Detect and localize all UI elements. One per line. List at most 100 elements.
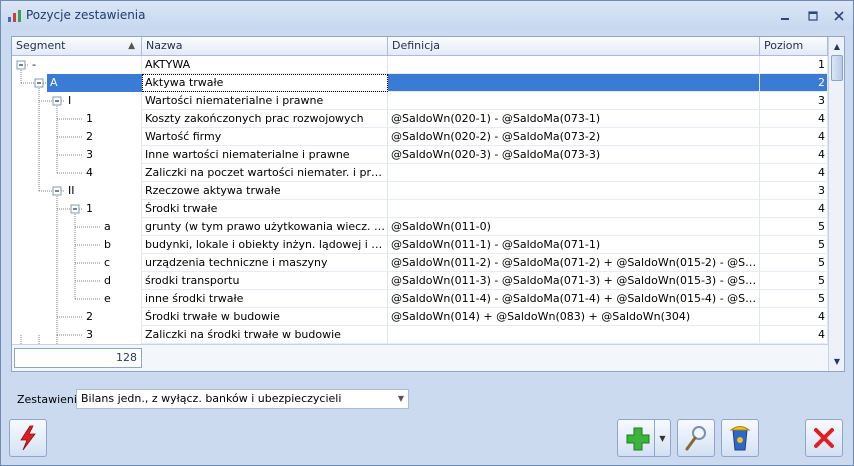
- record-count: 128: [14, 348, 142, 368]
- grid-footer: 128: [12, 344, 828, 371]
- cell-poziom: 4: [760, 308, 828, 326]
- cell-nazwa: Wartości niematerialne i prawne: [142, 92, 388, 110]
- minimize-button[interactable]: [775, 7, 795, 25]
- scroll-down-button[interactable]: ▼: [830, 353, 844, 369]
- cell-segment: A: [12, 74, 142, 92]
- cell-nazwa: środki transportu: [142, 272, 388, 290]
- grid-header: Segment ▲ Nazwa Definicja Poziom: [12, 37, 828, 56]
- cell-definicja: [388, 74, 760, 92]
- cell-nazwa: Zaliczki na środki trwałe w budowie: [142, 326, 388, 344]
- table-row[interactable]: 3 Inne wartości niematerialne i prawne @Sa…: [12, 146, 828, 164]
- cell-segment: d: [12, 272, 142, 290]
- chevron-down-icon: ▼: [397, 394, 404, 403]
- table-row[interactable]: a grunty (w tym prawo użytkowania wiecz. …: [12, 218, 828, 236]
- close-icon: [814, 428, 834, 448]
- table-row[interactable]: 1 Koszty zakończonych prac rozwojowych @Sa…: [12, 110, 828, 128]
- table-row[interactable]: 4 Zaliczki na poczet wartości niemater. i…: [12, 164, 828, 182]
- close-button[interactable]: [805, 419, 843, 457]
- table-row[interactable]: 3 Zaliczki na środki trwałe w budowie 4: [12, 326, 828, 344]
- table-row[interactable]: 2 Środki trwałe w budowie @SaldoWn(014) + …: [12, 308, 828, 326]
- zestawienie-select[interactable]: Bilans jedn., z wyłącz. banków i ubezpie…: [76, 389, 409, 409]
- table-row[interactable]: e inne środki trwałe @SaldoWn(011-4) - @Sa…: [12, 290, 828, 308]
- scroll-down-icon: ▼: [833, 356, 841, 366]
- cell-definicja: @SaldoWn(011-2) - @SaldoMa(071-2) + @Sal…: [388, 254, 760, 272]
- cell-nazwa: Środki trwałe w budowie: [142, 308, 388, 326]
- column-header-segment[interactable]: Segment ▲: [12, 37, 142, 55]
- sort-ascending-icon: ▲: [128, 41, 135, 51]
- cell-definicja: [388, 56, 760, 74]
- table-row[interactable]: c urządzenia techniczne i maszyny @SaldoWn…: [12, 254, 828, 272]
- cell-nazwa: Środki trwałe: [142, 200, 388, 218]
- column-header-poziom[interactable]: Poziom: [760, 37, 828, 55]
- cell-segment: 2: [12, 308, 142, 326]
- cell-definicja: @SaldoWn(020-3) - @SaldoMa(073-3): [388, 146, 760, 164]
- cell-nazwa: Aktywa trwałe: [142, 74, 388, 92]
- zestawienie-value: Bilans jedn., z wyłącz. banków i ubezpie…: [81, 392, 342, 405]
- scroll-thumb[interactable]: [831, 55, 843, 81]
- cell-poziom: 4: [760, 326, 828, 344]
- column-header-nazwa[interactable]: Nazwa: [142, 37, 388, 55]
- cell-nazwa: urządzenia techniczne i maszyny: [142, 254, 388, 272]
- cell-definicja: @SaldoWn(011-3) - @SaldoMa(071-3) + @Sal…: [388, 272, 760, 290]
- cell-nazwa: Koszty zakończonych prac rozwojowych: [142, 110, 388, 128]
- table-row[interactable]: I Wartości niematerialne i prawne 3: [12, 92, 828, 110]
- add-dropdown-button[interactable]: ▼: [654, 420, 670, 456]
- table-row[interactable]: 2 Wartość firmy @SaldoWn(020-2) - @SaldoMa…: [12, 128, 828, 146]
- cell-segment: II: [12, 182, 142, 200]
- grid-rows: - AKTYWA 1 A Aktywa trwałe 2 I Wartości niemate…: [12, 56, 828, 344]
- cell-poziom: 4: [760, 200, 828, 218]
- cell-definicja: [388, 92, 760, 110]
- cell-nazwa: Inne wartości niematerialne i prawne: [142, 146, 388, 164]
- cell-segment: c: [12, 254, 142, 272]
- close-window-button[interactable]: [829, 7, 849, 25]
- zestawienie-label: Zestawienie: [17, 393, 84, 406]
- cell-segment: e: [12, 290, 142, 308]
- cell-poziom: 4: [760, 164, 828, 182]
- table-row[interactable]: II Rzeczowe aktywa trwałe 3: [12, 182, 828, 200]
- cell-segment: b: [12, 236, 142, 254]
- title-bar: Pozycje zestawienia: [1, 1, 853, 30]
- cell-nazwa: AKTYWA: [142, 56, 388, 74]
- cell-poziom: 5: [760, 254, 828, 272]
- cell-segment: -: [12, 56, 142, 74]
- cell-poziom: 4: [760, 128, 828, 146]
- cell-segment: 3: [12, 326, 142, 344]
- table-row[interactable]: b budynki, lokale i obiekty inżyn. lądowe…: [12, 236, 828, 254]
- maximize-button[interactable]: [803, 7, 823, 25]
- table-row[interactable]: d środki transportu @SaldoWn(011-3) - @Sal…: [12, 272, 828, 290]
- cell-definicja: @SaldoWn(011-0): [388, 218, 760, 236]
- cell-definicja: @SaldoWn(011-1) - @SaldoMa(071-1): [388, 236, 760, 254]
- minimize-icon: [781, 18, 789, 20]
- cell-nazwa: Rzeczowe aktywa trwałe: [142, 182, 388, 200]
- segment-label: A: [47, 74, 142, 92]
- cell-poziom: 2: [760, 74, 828, 92]
- cell-definicja: @SaldoWn(020-1) - @SaldoMa(073-1): [388, 110, 760, 128]
- window-title: Pozycje zestawienia: [26, 8, 146, 22]
- cell-poziom: 3: [760, 182, 828, 200]
- search-button[interactable]: [677, 419, 715, 457]
- scroll-up-button[interactable]: ▲: [830, 38, 844, 54]
- cell-poziom: 5: [760, 218, 828, 236]
- column-header-segment-label: Segment: [16, 39, 66, 52]
- cell-nazwa: budynki, lokale i obiekty inżyn. lądowej…: [142, 236, 388, 254]
- positions-grid[interactable]: Segment ▲ Nazwa Definicja Poziom - AKTYWA…: [11, 36, 845, 372]
- cell-definicja: [388, 182, 760, 200]
- lightning-button[interactable]: [9, 419, 47, 457]
- table-row[interactable]: - AKTYWA 1: [12, 56, 828, 74]
- cell-poziom: 5: [760, 290, 828, 308]
- cell-poziom: 4: [760, 110, 828, 128]
- maximize-icon: [808, 11, 818, 21]
- table-row[interactable]: A Aktywa trwałe 2: [12, 74, 828, 92]
- delete-button[interactable]: [721, 419, 759, 457]
- cell-definicja: [388, 200, 760, 218]
- cell-segment: 4: [12, 164, 142, 182]
- cell-poziom: 4: [760, 146, 828, 164]
- window: Pozycje zestawienia Segment ▲ Nazwa Defi…: [0, 0, 854, 466]
- table-row[interactable]: 1 Środki trwałe 4: [12, 200, 828, 218]
- search-icon: [685, 426, 706, 451]
- add-button[interactable]: ▼: [617, 419, 671, 457]
- vertical-scrollbar[interactable]: ▲ ▼: [828, 37, 844, 371]
- column-header-definicja[interactable]: Definicja: [388, 37, 760, 55]
- close-icon: [834, 11, 844, 21]
- app-icon: [8, 10, 21, 22]
